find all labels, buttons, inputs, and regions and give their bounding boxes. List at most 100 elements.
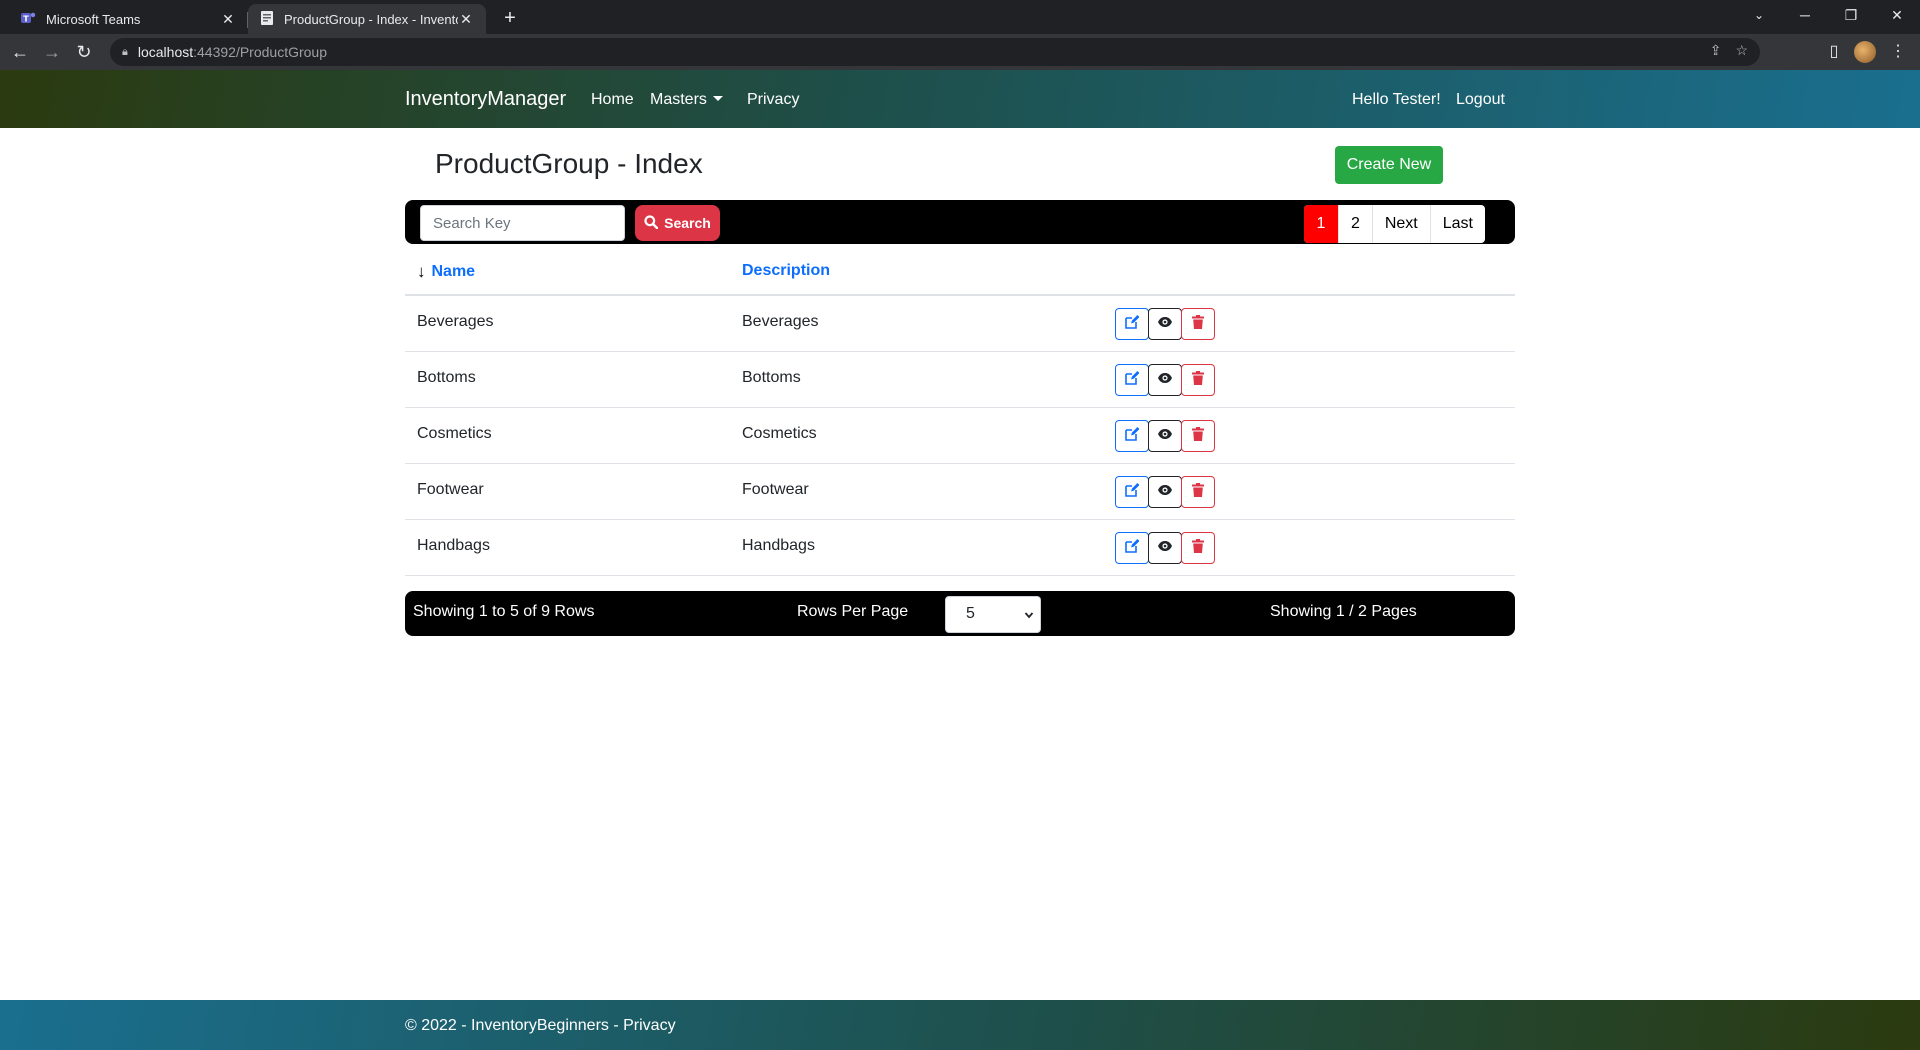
column-header-name[interactable]: ↓ Name — [417, 262, 475, 282]
table-header: ↓ Name Description — [405, 252, 1515, 296]
product-group-table: ↓ Name Description Beverages Beverages B… — [405, 252, 1515, 576]
delete-button[interactable] — [1181, 420, 1215, 452]
svg-text:T: T — [23, 14, 29, 23]
row-actions — [1115, 364, 1215, 396]
cell-description: Beverages — [742, 313, 819, 330]
eye-icon — [1157, 427, 1173, 445]
search-button[interactable]: Search — [635, 205, 720, 241]
row-actions — [1115, 420, 1215, 452]
page-next[interactable]: Next — [1371, 205, 1430, 243]
row-actions — [1115, 532, 1215, 564]
table-row: Bottoms Bottoms — [405, 352, 1515, 408]
cell-name: Handbags — [417, 537, 490, 554]
search-bar: Search 1 2 Next Last — [405, 200, 1515, 244]
eye-icon — [1157, 371, 1173, 389]
nav-home[interactable]: Home — [591, 91, 634, 109]
edit-button[interactable] — [1115, 476, 1149, 508]
browser-tab-productgroup[interactable]: ProductGroup - Index - Inventory ✕ — [248, 4, 486, 34]
view-button[interactable] — [1148, 532, 1182, 564]
edit-icon — [1125, 538, 1140, 558]
cell-name: Cosmetics — [417, 425, 492, 442]
brand-link[interactable]: InventoryManager — [405, 88, 566, 111]
bookmark-star-icon[interactable]: ☆ — [1735, 42, 1748, 59]
view-button[interactable] — [1148, 476, 1182, 508]
footer-text[interactable]: © 2022 - InventoryBeginners - Privacy — [405, 1017, 676, 1035]
side-panel-icon[interactable]: ▯ — [1822, 40, 1846, 64]
browser-tab-teams[interactable]: T Microsoft Teams ✕ — [8, 4, 248, 34]
view-button[interactable] — [1148, 364, 1182, 396]
page-link-1[interactable]: 1 — [1303, 205, 1338, 243]
trash-icon — [1192, 314, 1204, 334]
share-icon[interactable]: ⇪ — [1710, 42, 1722, 59]
delete-button[interactable] — [1181, 364, 1215, 396]
view-button[interactable] — [1148, 308, 1182, 340]
column-header-description[interactable]: Description — [742, 262, 830, 280]
delete-button[interactable] — [1181, 308, 1215, 340]
restore-icon[interactable]: ❐ — [1828, 0, 1874, 30]
cell-name: Beverages — [417, 313, 494, 330]
menu-kebab-icon[interactable]: ⋮ — [1886, 40, 1910, 64]
edit-icon — [1125, 370, 1140, 390]
cell-description: Handbags — [742, 537, 815, 554]
trash-icon — [1192, 538, 1204, 558]
chevron-down-icon — [1024, 607, 1034, 625]
forward-icon[interactable]: → — [40, 40, 64, 64]
search-input[interactable] — [420, 205, 625, 241]
edit-button[interactable] — [1115, 532, 1149, 564]
column-header-label: Name — [431, 263, 476, 280]
app-navbar: InventoryManager Home Masters Privacy He… — [0, 70, 1920, 128]
summary-bar: Showing 1 to 5 of 9 Rows Rows Per Page 5… — [405, 591, 1515, 636]
page-link-2[interactable]: 2 — [1337, 205, 1372, 243]
edit-button[interactable] — [1115, 364, 1149, 396]
trash-icon — [1192, 426, 1204, 446]
edit-icon — [1125, 426, 1140, 446]
nav-privacy[interactable]: Privacy — [747, 91, 799, 109]
lock-icon: 🔒︎ — [122, 45, 128, 58]
user-greeting: Hello Tester! — [1352, 91, 1441, 108]
page-icon — [260, 10, 274, 29]
table-row: Handbags Handbags — [405, 520, 1515, 576]
delete-button[interactable] — [1181, 476, 1215, 508]
rows-per-page-label: Rows Per Page — [797, 603, 909, 620]
table-row: Cosmetics Cosmetics — [405, 408, 1515, 464]
teams-icon: T — [20, 10, 36, 29]
close-icon[interactable]: ✕ — [220, 11, 236, 28]
minimize-icon[interactable]: ─ — [1782, 0, 1828, 30]
cell-name: Footwear — [417, 481, 484, 498]
delete-button[interactable] — [1181, 532, 1215, 564]
view-button[interactable] — [1148, 420, 1182, 452]
site-footer: © 2022 - InventoryBeginners - Privacy — [0, 1000, 1920, 1050]
rows-per-page-select[interactable]: 5 — [945, 596, 1041, 633]
row-actions — [1115, 308, 1215, 340]
rows-summary: Showing 1 to 5 of 9 Rows — [413, 603, 595, 620]
search-button-label: Search — [664, 215, 711, 231]
logout-link[interactable]: Logout — [1456, 91, 1505, 109]
browser-tab-title: ProductGroup - Index - Inventory — [284, 11, 458, 27]
cell-description: Footwear — [742, 481, 809, 498]
nav-masters-label: Masters — [650, 91, 707, 108]
eye-icon — [1157, 315, 1173, 333]
cell-description: Cosmetics — [742, 425, 817, 442]
reload-icon[interactable]: ↻ — [72, 40, 96, 64]
avatar[interactable] — [1854, 41, 1876, 63]
table-row: Beverages Beverages — [405, 296, 1515, 352]
rows-per-page-value: 5 — [966, 605, 975, 622]
create-new-button[interactable]: Create New — [1335, 146, 1443, 184]
nav-masters-dropdown[interactable]: Masters — [650, 91, 723, 109]
pages-summary: Showing 1 / 2 Pages — [1270, 603, 1417, 620]
navbar-divider — [0, 128, 1905, 130]
edit-button[interactable] — [1115, 308, 1149, 340]
browser-tabstrip: T Microsoft Teams ✕ ProductGroup - Index… — [0, 0, 1920, 34]
close-icon[interactable]: ✕ — [458, 11, 474, 28]
edit-button[interactable] — [1115, 420, 1149, 452]
tab-search-icon[interactable]: ⌄ — [1736, 0, 1782, 30]
new-tab-icon[interactable]: + — [498, 6, 522, 30]
page-title: ProductGroup - Index — [435, 148, 703, 179]
search-icon — [644, 214, 659, 232]
close-window-icon[interactable]: ✕ — [1874, 0, 1920, 30]
back-icon[interactable]: ← — [8, 40, 32, 64]
browser-tab-title: Microsoft Teams — [46, 11, 141, 27]
page-last[interactable]: Last — [1429, 205, 1485, 243]
address-bar[interactable]: 🔒︎ localhost:44392/ProductGroup ⇪ ☆ — [110, 38, 1760, 66]
trash-icon — [1192, 370, 1204, 390]
